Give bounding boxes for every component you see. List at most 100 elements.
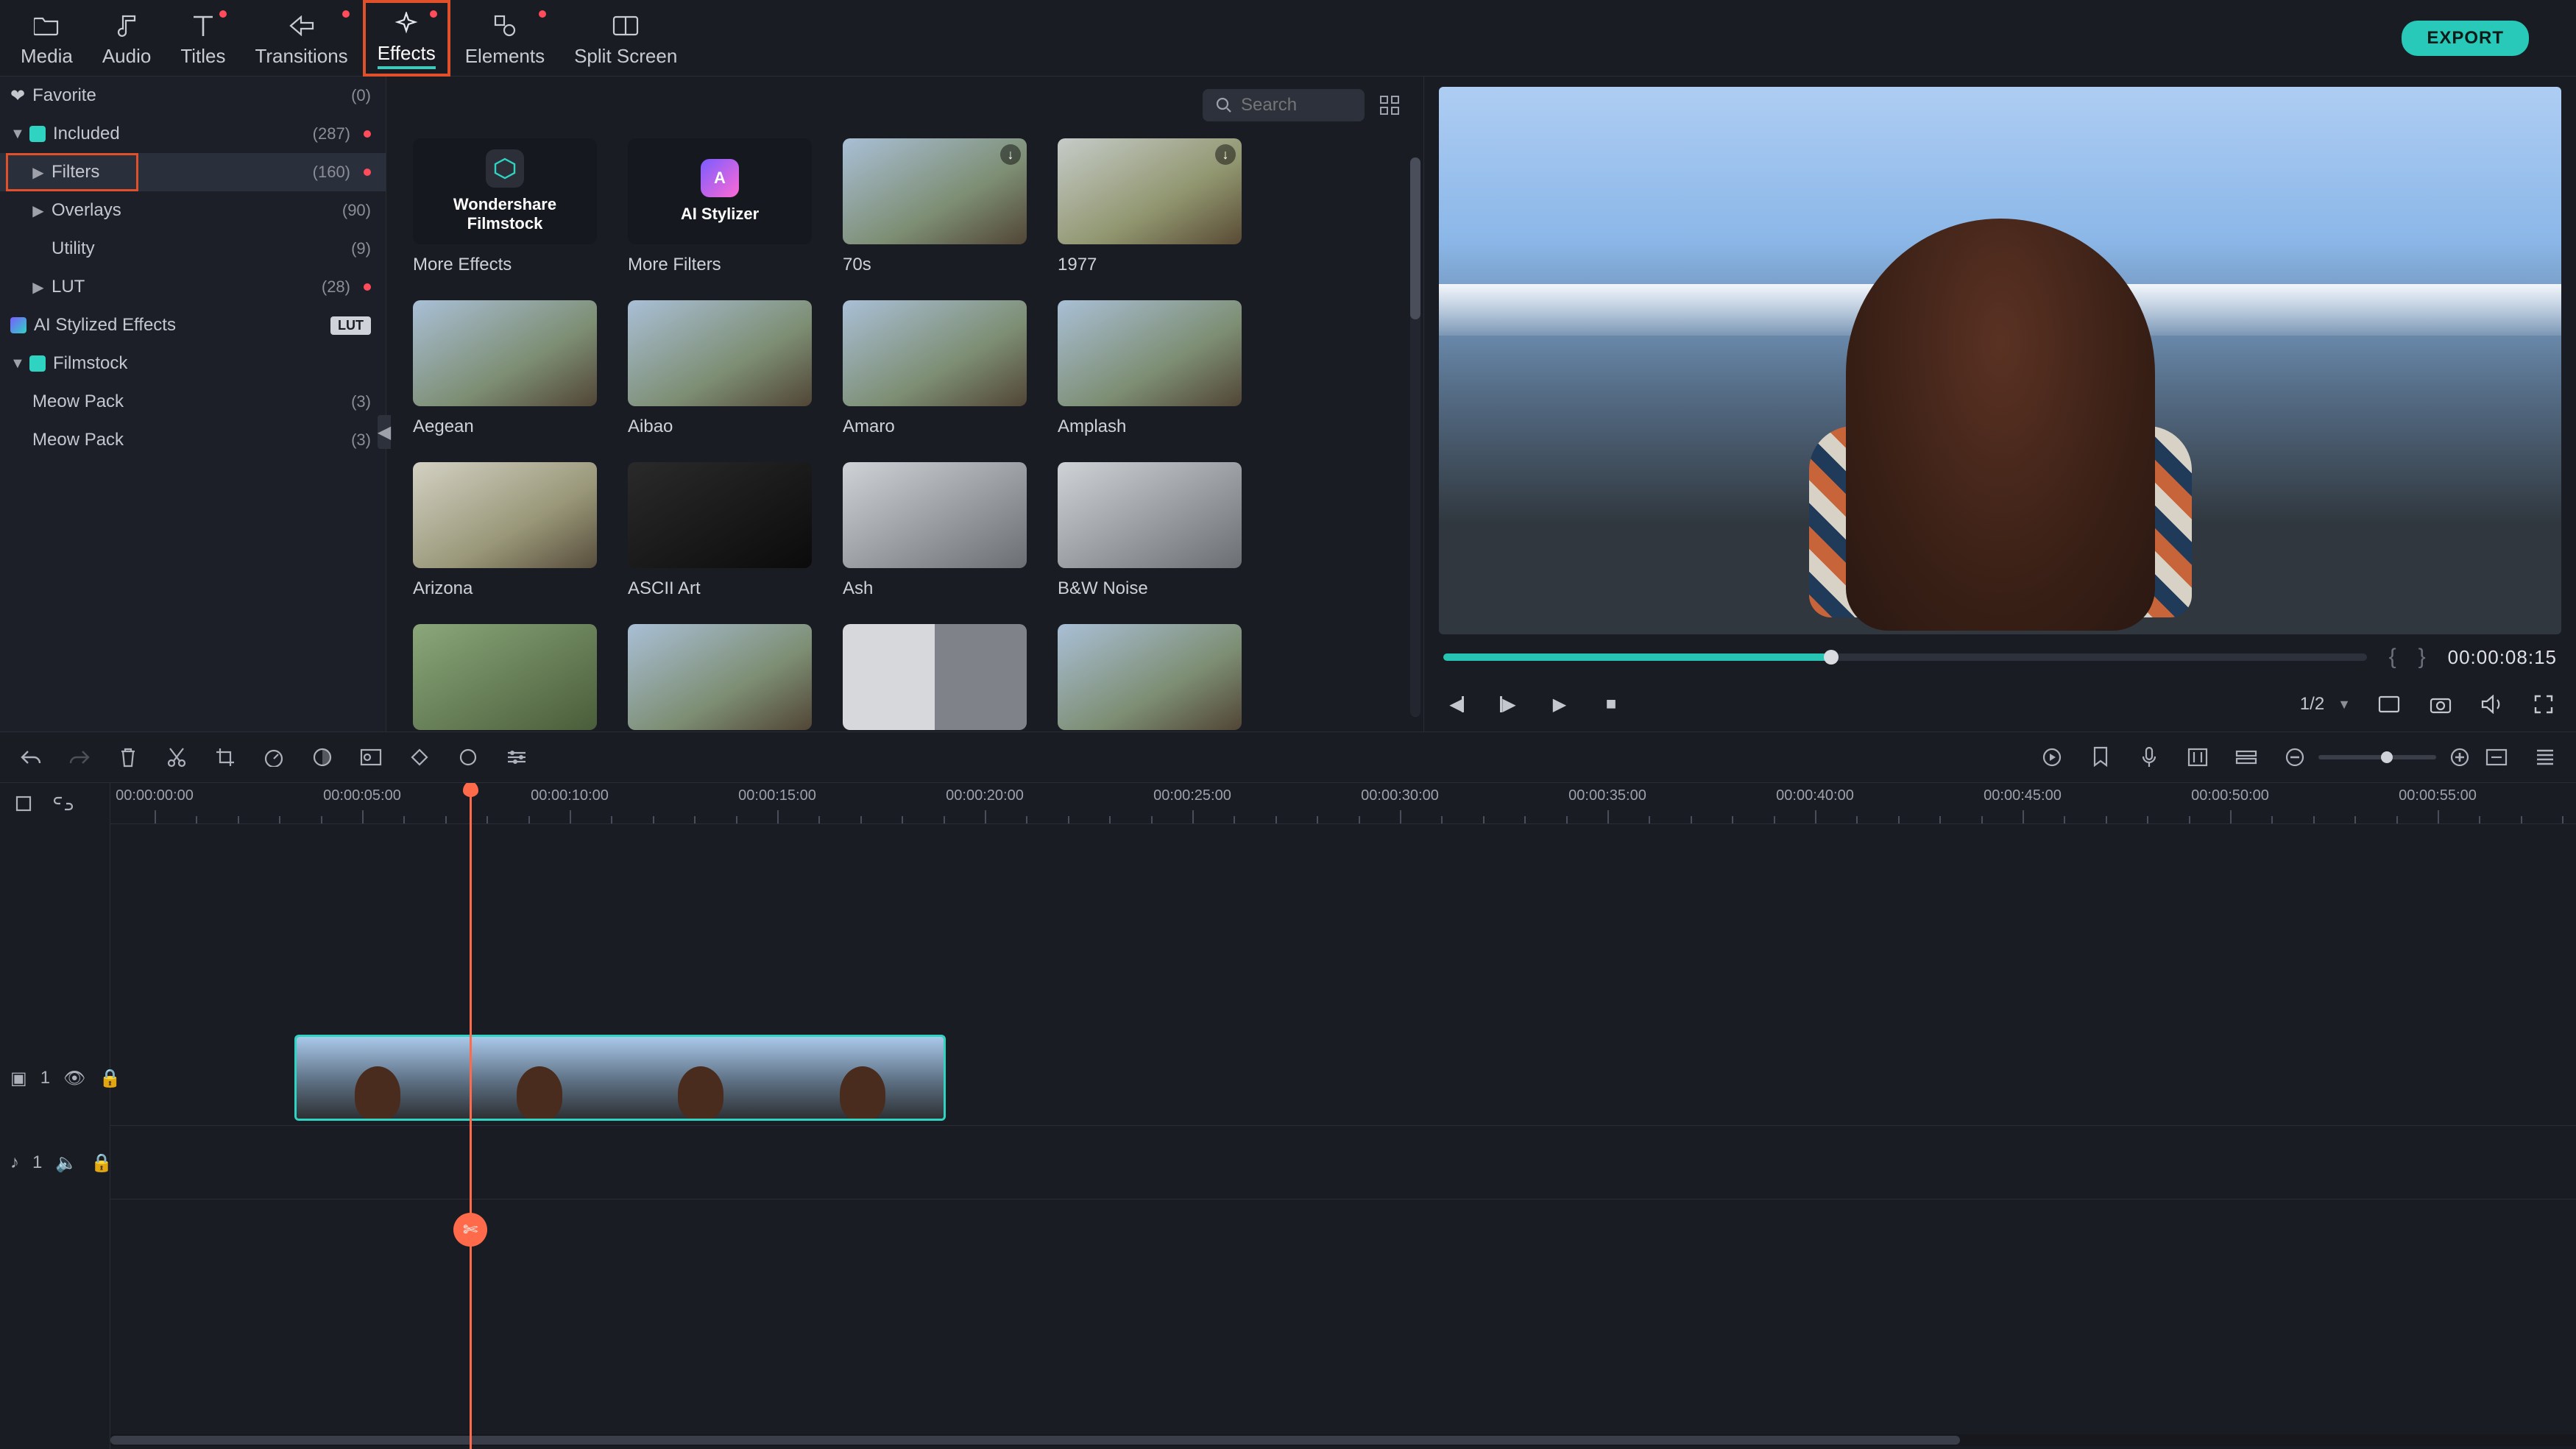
effect-aegean[interactable]: Aegean	[413, 300, 597, 437]
effects-scrollbar[interactable]	[1410, 157, 1420, 717]
zoom-slider[interactable]	[2318, 755, 2436, 759]
sidebar-meow2-count: (3)	[351, 431, 371, 450]
playhead[interactable]: ✄	[470, 783, 472, 1449]
video-clip[interactable]: ▶C00...	[294, 1035, 946, 1121]
greenscreen-icon[interactable]	[358, 744, 384, 770]
effect-bad-tv[interactable]: Bad TV Signal	[413, 624, 597, 731]
adjust-icon[interactable]	[503, 744, 530, 770]
preview-progress[interactable]	[1443, 653, 2367, 661]
audio-track[interactable]	[110, 1126, 2576, 1200]
download-icon[interactable]: ↓	[1215, 144, 1236, 165]
grid-view-icon[interactable]	[1376, 92, 1403, 118]
track-add-icon[interactable]	[2233, 744, 2260, 770]
tab-media[interactable]: Media	[6, 0, 88, 77]
link-icon[interactable]	[50, 790, 77, 817]
search-input-wrap[interactable]	[1203, 89, 1365, 121]
volume-icon[interactable]	[2479, 691, 2505, 718]
sidebar-included[interactable]: ▼ Included (287)	[0, 115, 386, 153]
effect-card-more-effects[interactable]: WondershareFilmstock More Effects	[413, 138, 597, 275]
speed-icon[interactable]	[261, 744, 287, 770]
sidebar-favorite[interactable]: ❤ Favorite (0)	[0, 77, 386, 115]
zoom-fit-icon[interactable]	[2483, 744, 2510, 770]
play-icon[interactable]: ▶	[1546, 691, 1573, 718]
tab-effects[interactable]: Effects	[363, 0, 450, 77]
effect-basic-blur[interactable]: Basic Blur	[843, 624, 1027, 731]
timeline-lanes[interactable]: 00:00:00:0000:00:05:0000:00:10:0000:00:1…	[110, 783, 2576, 1449]
sidebar-utility[interactable]: ▶ Utility (9)	[0, 230, 386, 268]
redo-icon[interactable]	[66, 744, 93, 770]
tab-splitscreen-label: Split Screen	[574, 45, 677, 68]
tab-effects-label: Effects	[378, 42, 436, 69]
mask-icon[interactable]	[455, 744, 481, 770]
detach-window-icon[interactable]	[2376, 691, 2402, 718]
sidebar-ai-effects[interactable]: AI Stylized Effects LUT	[0, 306, 386, 344]
delete-icon[interactable]	[115, 744, 141, 770]
keyframe-icon[interactable]	[406, 744, 433, 770]
voiceover-icon[interactable]	[2136, 744, 2162, 770]
scissors-icon[interactable]: ✄	[453, 1213, 487, 1247]
search-input[interactable]	[1241, 95, 1351, 116]
stop-icon[interactable]: ■	[1598, 691, 1624, 718]
snapshot-icon[interactable]	[2427, 691, 2454, 718]
new-dot-icon	[430, 10, 437, 18]
snap-icon[interactable]	[10, 790, 37, 817]
tab-audio[interactable]: Audio	[88, 0, 166, 77]
sidebar-filmstock[interactable]: ▼ Filmstock	[0, 344, 386, 383]
effect-bw-noise[interactable]: B&W Noise	[1058, 462, 1242, 599]
effect-amplash[interactable]: Amplash	[1058, 300, 1242, 437]
preview-viewport[interactable]	[1439, 87, 2561, 634]
sidebar-meow2-label: Meow Pack	[32, 430, 124, 450]
track-height-icon[interactable]	[2532, 744, 2558, 770]
go-start-icon[interactable]: ◀	[1443, 691, 1470, 718]
effect-1977[interactable]: ↓1977	[1058, 138, 1242, 275]
effect-baltan[interactable]: Baltan	[628, 624, 812, 731]
effect-label: ASCII Art	[628, 578, 812, 599]
timeline-ruler[interactable]: 00:00:00:0000:00:05:0000:00:10:0000:00:1…	[110, 783, 2576, 824]
marker-icon[interactable]	[2087, 744, 2114, 770]
sidebar-filters[interactable]: ▶ Filters (160)	[0, 153, 386, 191]
sidebar-lut[interactable]: ▶ LUT (28)	[0, 268, 386, 306]
render-icon[interactable]	[2039, 744, 2065, 770]
preview-scale-select[interactable]: 1/2▼	[2300, 694, 2351, 715]
crop-icon[interactable]	[212, 744, 238, 770]
audio-track-header[interactable]: ♪1 🔈 🔒	[0, 1126, 110, 1200]
mute-icon[interactable]: 🔈	[55, 1152, 77, 1174]
effect-beautify[interactable]: Beautify	[1058, 624, 1242, 731]
effect-card-more-filters[interactable]: AAI Stylizer More Filters	[628, 138, 812, 275]
visibility-icon[interactable]: 👁	[63, 1068, 85, 1089]
ruler-mark: 00:00:40:00	[1776, 787, 1854, 804]
ruler-mark: 00:00:50:00	[2191, 787, 2269, 804]
effect-ascii-art[interactable]: ASCII Art	[628, 462, 812, 599]
effect-70s[interactable]: ↓70s	[843, 138, 1027, 275]
mixer-icon[interactable]	[2184, 744, 2211, 770]
sidebar-meow2[interactable]: Meow Pack (3)	[0, 421, 386, 459]
step-back-icon[interactable]: ▶	[1495, 691, 1521, 718]
mark-in-icon[interactable]: {	[2389, 645, 2396, 670]
sparkle-icon	[392, 9, 421, 38]
download-icon[interactable]: ↓	[1000, 144, 1021, 165]
effect-aibao[interactable]: Aibao	[628, 300, 812, 437]
tab-titles[interactable]: Titles	[166, 0, 240, 77]
tab-transitions[interactable]: Transitions	[240, 0, 362, 77]
tab-elements[interactable]: Elements	[450, 0, 559, 77]
sidebar-overlays[interactable]: ▶ Overlays (90)	[0, 191, 386, 230]
lock-icon[interactable]: 🔒	[91, 1152, 113, 1174]
effect-ash[interactable]: Ash	[843, 462, 1027, 599]
tab-splitscreen[interactable]: Split Screen	[559, 0, 692, 77]
effect-amaro[interactable]: Amaro	[843, 300, 1027, 437]
effect-arizona[interactable]: Arizona	[413, 462, 597, 599]
sidebar-collapse-handle[interactable]: ◀	[378, 415, 391, 449]
zoom-out-icon[interactable]	[2282, 744, 2308, 770]
sidebar-meow1[interactable]: Meow Pack (3)	[0, 383, 386, 421]
color-icon[interactable]	[309, 744, 336, 770]
export-button[interactable]: EXPORT	[2402, 21, 2529, 56]
split-icon[interactable]	[163, 744, 190, 770]
timeline-h-scrollbar[interactable]	[110, 1434, 2576, 1446]
fullscreen-icon[interactable]	[2530, 691, 2557, 718]
undo-icon[interactable]	[18, 744, 44, 770]
zoom-in-icon[interactable]	[2446, 744, 2473, 770]
video-track[interactable]: ▶C00...	[110, 1030, 2576, 1126]
new-dot-icon	[219, 10, 227, 18]
video-track-header[interactable]: ▣1 👁 🔒	[0, 1030, 110, 1126]
mark-out-icon[interactable]: }	[2418, 645, 2426, 670]
